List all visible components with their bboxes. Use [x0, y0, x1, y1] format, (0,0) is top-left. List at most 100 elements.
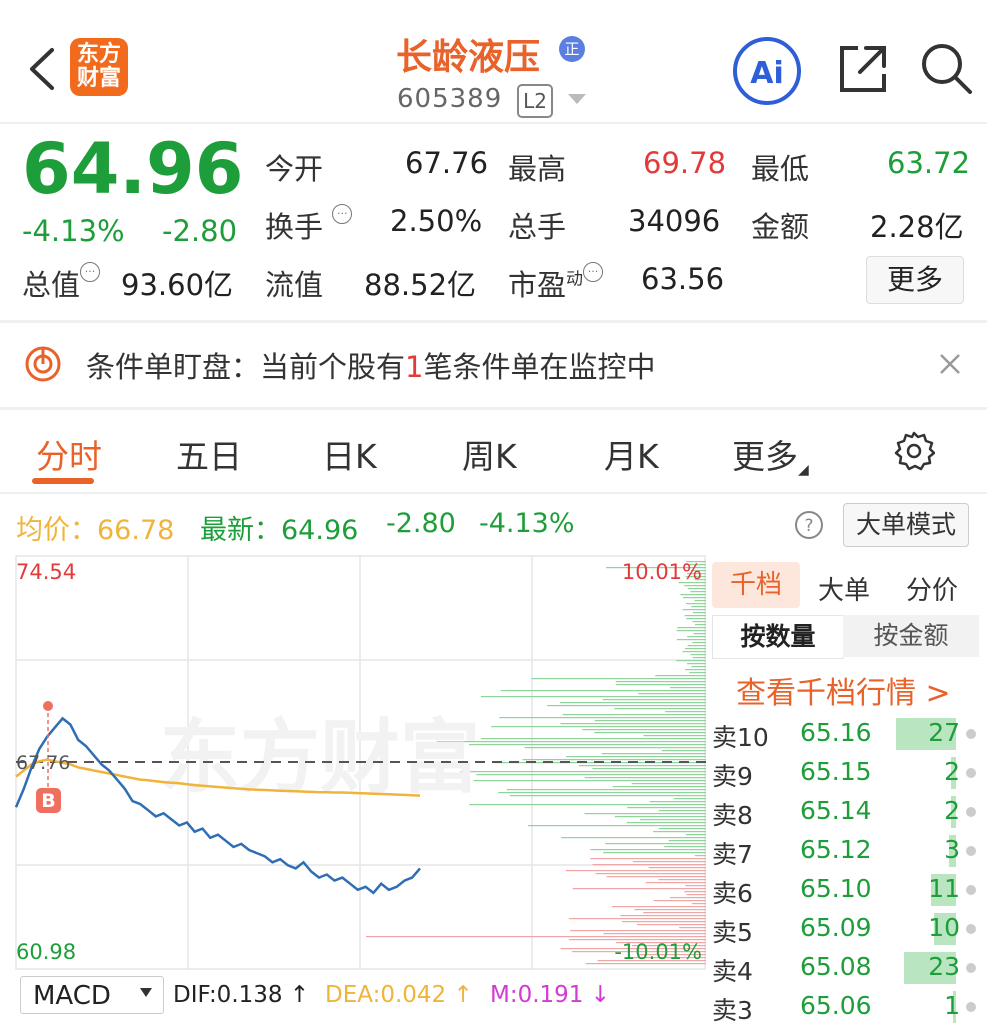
- volume-label: 总手: [508, 210, 567, 244]
- close-icon[interactable]: [936, 350, 964, 378]
- level-label: 卖10: [712, 723, 769, 752]
- divider: [0, 492, 987, 494]
- chevron-down-icon[interactable]: [568, 94, 586, 104]
- prev-close-label: 67.76: [16, 752, 70, 774]
- tab-intraday[interactable]: 分时: [36, 430, 102, 478]
- header: 东方 财富 长龄液压 正 605389 L2 Ai: [0, 0, 987, 122]
- order-book-row: 卖5 65.09 10: [710, 911, 980, 947]
- order-book-row: 卖8 65.14 2: [710, 794, 980, 830]
- ai-assistant-icon[interactable]: Ai: [732, 36, 802, 106]
- level-volume: 3: [944, 835, 960, 864]
- share-icon[interactable]: [836, 42, 890, 96]
- stock-name: 长龄液压: [396, 37, 541, 78]
- svg-text:?: ?: [804, 516, 813, 536]
- open-label: 今开: [265, 152, 324, 186]
- chevron-down-icon: [140, 988, 152, 997]
- pct-bottom-label: -10.01%: [614, 940, 702, 964]
- level-label: 卖7: [712, 840, 753, 869]
- level-volume: 23: [928, 952, 960, 981]
- tab-price-distribution[interactable]: 分价: [906, 570, 958, 607]
- level-price: 65.12: [800, 835, 872, 864]
- svg-text:B: B: [41, 790, 55, 812]
- row-dot: [966, 963, 976, 973]
- big-order-mode-button[interactable]: 大单模式: [843, 503, 969, 547]
- by-amount-button[interactable]: 按金额: [843, 615, 979, 657]
- level-label: 卖9: [712, 762, 753, 791]
- app-logo: 东方 财富: [70, 38, 128, 96]
- tab-weekly-k[interactable]: 周K: [462, 430, 517, 478]
- amount-label: 金额: [751, 210, 810, 244]
- level-label: 卖3: [712, 996, 753, 1025]
- level-label: 卖5: [712, 918, 753, 947]
- mktcap-label: 总值 ···: [22, 262, 101, 304]
- change-value: -2.80: [162, 214, 238, 248]
- info-icon[interactable]: ···: [80, 262, 101, 282]
- row-dot: [966, 924, 976, 934]
- tab-large-orders[interactable]: 大单: [818, 570, 870, 607]
- level-volume: 10: [928, 913, 960, 942]
- mktcap-value: 93.60亿: [121, 268, 234, 302]
- order-book-row: 卖6 65.10 11: [710, 872, 980, 908]
- y-bottom-label: 60.98: [16, 940, 76, 964]
- float-label: 流值: [265, 268, 324, 302]
- avg-price: 均价：66.78: [16, 515, 175, 546]
- dea-value: DEA:0.042 ↑: [325, 982, 473, 1008]
- volume-value: 34096: [628, 204, 721, 238]
- tab-more[interactable]: 更多◢: [732, 430, 809, 478]
- status-badge: 正: [559, 36, 585, 62]
- info-icon[interactable]: ···: [583, 262, 604, 282]
- row-dot: [966, 807, 976, 817]
- pct-top-label: 10.01%: [622, 560, 702, 584]
- order-book-row: 卖7 65.12 3: [710, 833, 980, 869]
- y-top-label: 74.54: [16, 560, 76, 584]
- alert-text: 条件单盯盘：当前个股有1笔条件单在监控中: [86, 350, 656, 384]
- pe-label: 市盈动 ···: [508, 262, 604, 304]
- level-volume: 2: [944, 757, 960, 786]
- float-value: 88.52亿: [364, 268, 477, 302]
- row-dot: [966, 1002, 976, 1012]
- gear-icon[interactable]: [893, 430, 935, 472]
- info-icon[interactable]: ···: [332, 204, 353, 224]
- level-price: 65.09: [800, 913, 872, 942]
- tab-underline: [32, 478, 94, 484]
- tab-monthly-k[interactable]: 月K: [604, 430, 659, 478]
- view-all-levels-link[interactable]: 查看千档行情 >: [736, 668, 951, 712]
- tab-daily-k[interactable]: 日K: [322, 430, 377, 478]
- monitor-icon: [25, 346, 61, 382]
- divider: [0, 407, 987, 410]
- level-volume: 27: [928, 718, 960, 747]
- row-dot: [966, 729, 976, 739]
- stock-code: 605389: [397, 84, 503, 114]
- low-label: 最低: [751, 152, 810, 186]
- turnover-label: 换手 ···: [265, 204, 353, 246]
- divider: [0, 122, 987, 124]
- m-value: M:0.191 ↓: [490, 982, 611, 1008]
- order-book-row: 卖4 65.08 23: [710, 950, 980, 986]
- latest-price: 最新：64.96: [200, 515, 359, 546]
- search-icon[interactable]: [918, 40, 974, 96]
- by-quantity-button[interactable]: 按数量: [712, 615, 844, 659]
- level-volume: 2: [944, 796, 960, 825]
- level-price: 65.10: [800, 874, 872, 903]
- svg-text:Ai: Ai: [750, 56, 784, 91]
- help-icon[interactable]: ?: [794, 510, 824, 540]
- high-value: 69.78: [643, 146, 727, 180]
- tab-five-day[interactable]: 五日: [176, 430, 242, 478]
- change-percent: -4.13%: [22, 214, 125, 248]
- back-icon[interactable]: [22, 44, 62, 94]
- tab-thousand-levels[interactable]: 千档: [712, 562, 800, 608]
- more-button[interactable]: 更多: [866, 256, 964, 304]
- row-dot: [966, 885, 976, 895]
- order-book-row: 卖10 65.16 27: [710, 716, 980, 752]
- level-volume: 1: [944, 991, 960, 1020]
- open-value: 67.76: [405, 146, 489, 180]
- intraday-chart[interactable]: 东方财富 B 74.54 60.98 67.76 10.01% -10.01%: [0, 555, 706, 970]
- level-label: 卖8: [712, 801, 753, 830]
- pe-value: 63.56: [641, 262, 725, 296]
- level-price: 65.06: [800, 991, 872, 1020]
- level-label: 卖4: [712, 957, 753, 986]
- turnover-value: 2.50%: [390, 204, 483, 238]
- chart-canvas: 东方财富 B 74.54 60.98 67.76 10.01% -10.01%: [14, 555, 706, 970]
- order-book-row: 卖9 65.15 2: [710, 755, 980, 791]
- level-badge[interactable]: L2: [517, 84, 553, 118]
